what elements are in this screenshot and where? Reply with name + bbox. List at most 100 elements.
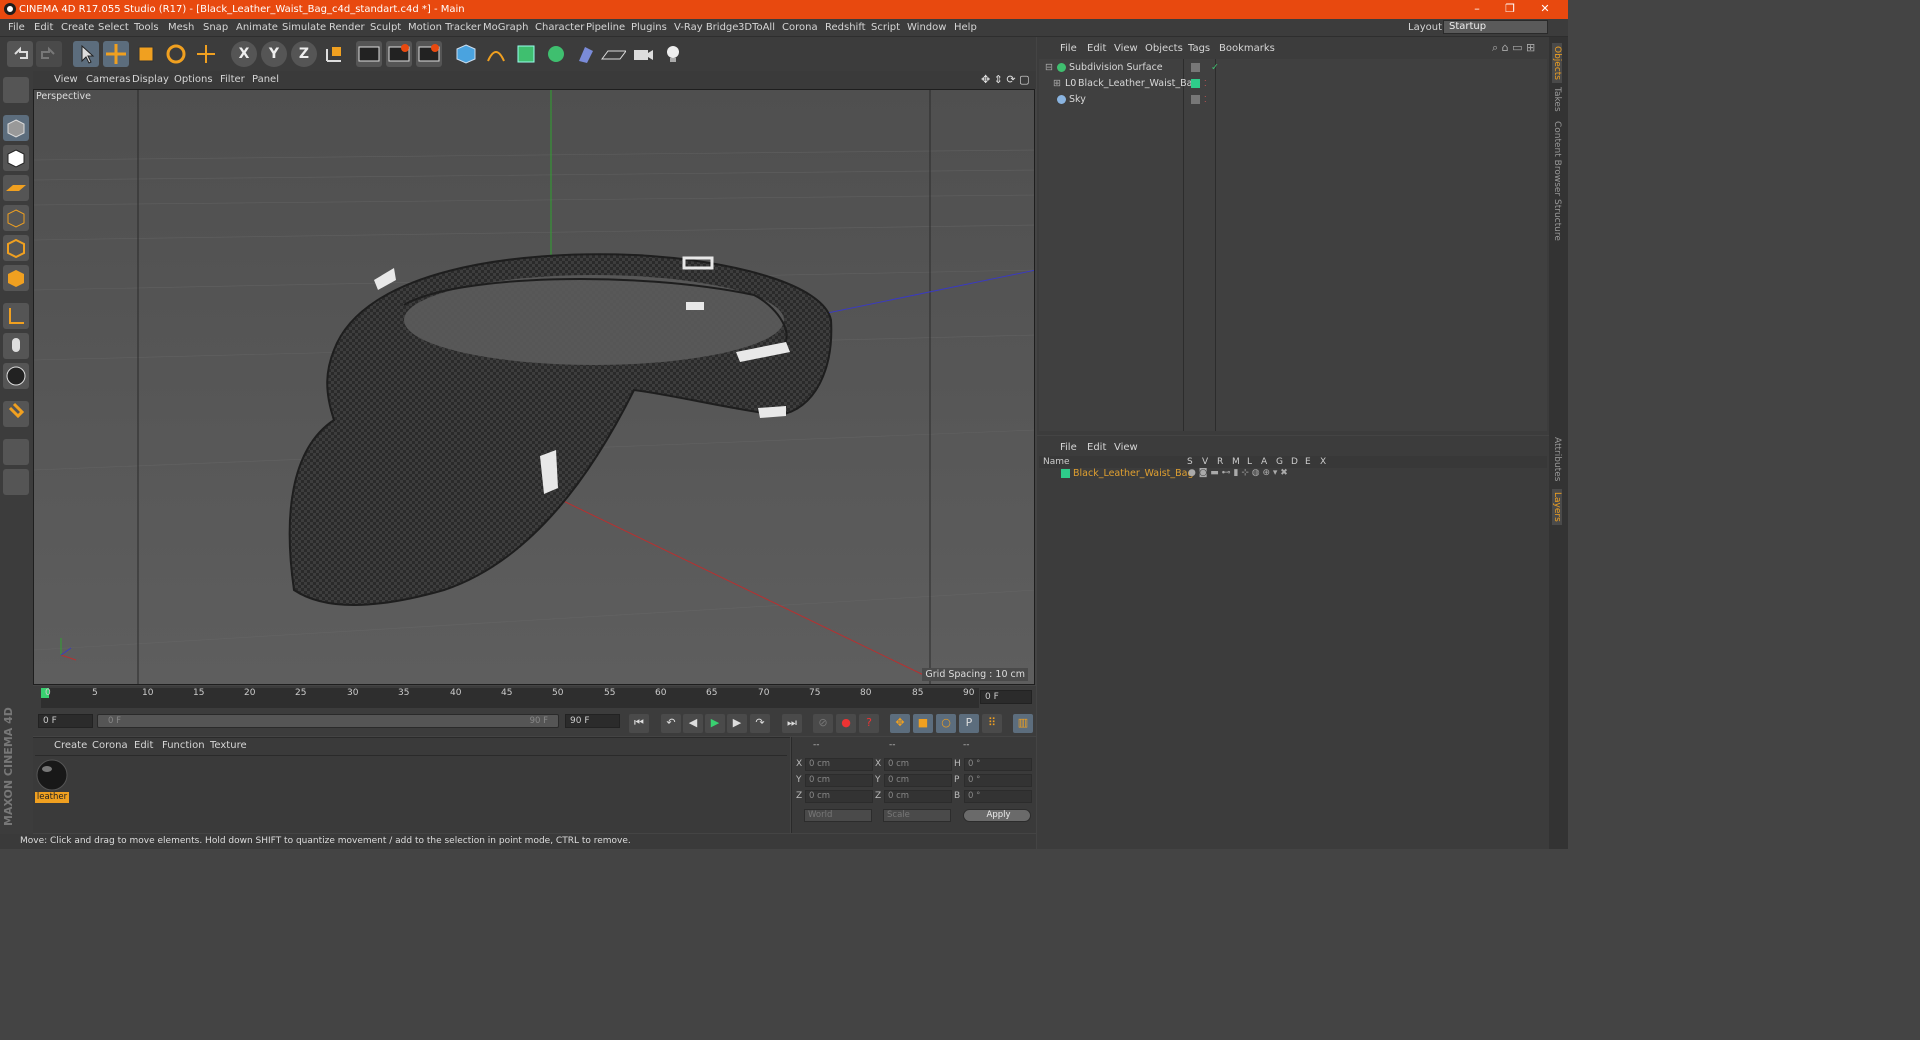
magnet-icon[interactable] xyxy=(3,401,29,427)
object-menu-bookmarks[interactable]: Bookmarks xyxy=(1219,43,1275,54)
rotation-p-field[interactable]: 0 ° xyxy=(964,774,1032,787)
spline-pen-icon[interactable] xyxy=(483,41,509,67)
lock-workplane-icon[interactable] xyxy=(3,439,29,465)
material-menu-texture[interactable]: Texture xyxy=(210,740,247,751)
object-name[interactable]: Sky xyxy=(1069,92,1086,108)
menu-animate[interactable]: Animate xyxy=(236,22,278,33)
planar-workplane-icon[interactable] xyxy=(3,469,29,495)
size-x-field[interactable]: 0 cm xyxy=(884,758,952,771)
object-menu-tags[interactable]: Tags xyxy=(1188,43,1210,54)
layer-tag-icon[interactable] xyxy=(1191,63,1200,72)
coordinate-space-select[interactable]: World xyxy=(804,809,872,822)
tab-objects[interactable]: Objects xyxy=(1552,43,1562,84)
menu-edit[interactable]: Edit xyxy=(34,22,53,33)
collapse-icon[interactable]: ⊟ xyxy=(1045,60,1053,76)
object-menu-objects[interactable]: Objects xyxy=(1145,43,1183,54)
visibility-dots-icon[interactable]: ⁚ xyxy=(1204,76,1207,92)
tab-takes[interactable]: Takes xyxy=(1552,87,1562,112)
viewport-menu-options[interactable]: Options xyxy=(174,74,213,85)
material-swatch-leather[interactable]: leather xyxy=(35,758,69,803)
viewport-menu-display[interactable]: Display xyxy=(132,74,169,85)
column-expressions[interactable]: E xyxy=(1305,457,1311,467)
prev-key-icon[interactable]: ↶ xyxy=(661,714,681,733)
x-axis-toggle[interactable]: X xyxy=(231,41,257,67)
column-solo[interactable]: S xyxy=(1187,457,1193,467)
menu-sculpt[interactable]: Sculpt xyxy=(370,22,401,33)
model-mode-icon[interactable] xyxy=(3,115,29,141)
column-deformers[interactable]: D xyxy=(1291,457,1298,467)
size-y-field[interactable]: 0 cm xyxy=(884,774,952,787)
next-frame-icon[interactable]: ▶ xyxy=(727,714,747,733)
end-frame-field[interactable]: 90 F xyxy=(565,714,620,728)
column-animation[interactable]: A xyxy=(1261,457,1267,467)
layer-menu-file[interactable]: File xyxy=(1060,442,1077,453)
scale-tool-icon[interactable] xyxy=(133,41,159,67)
render-view-icon[interactable] xyxy=(356,41,382,67)
object-name[interactable]: Black_Leather_Waist_Bag xyxy=(1078,76,1199,92)
snap-icon[interactable] xyxy=(3,363,29,389)
select-arrow-icon[interactable] xyxy=(73,41,99,67)
rotate-tool-icon[interactable] xyxy=(163,41,189,67)
start-frame-field[interactable]: 0 F xyxy=(38,714,93,728)
rotation-h-field[interactable]: 0 ° xyxy=(964,758,1032,771)
key-pla-icon[interactable]: ⠿ xyxy=(982,714,1002,733)
menu-render[interactable]: Render xyxy=(329,22,365,33)
make-editable-icon[interactable] xyxy=(3,77,29,103)
menu-snap[interactable]: Snap xyxy=(203,22,228,33)
position-y-field[interactable]: 0 cm xyxy=(805,774,873,787)
object-row-black-leather-waist-bag[interactable]: ⊞ L0 Black_Leather_Waist_Bag ⁚ xyxy=(1041,76,1550,92)
position-x-field[interactable]: 0 cm xyxy=(805,758,873,771)
enabled-check-icon[interactable]: ✓ xyxy=(1211,60,1219,76)
tab-content-browser[interactable]: Content Browser xyxy=(1552,121,1562,196)
points-mode-icon[interactable] xyxy=(3,205,29,231)
cloner-icon[interactable] xyxy=(543,41,569,67)
layer-color-swatch[interactable] xyxy=(1061,469,1070,478)
render-picture-viewer-icon[interactable] xyxy=(386,41,412,67)
material-menu-create[interactable]: Create xyxy=(54,740,87,751)
viewport-menu-cameras[interactable]: Cameras xyxy=(86,74,130,85)
column-generators[interactable]: G xyxy=(1276,457,1283,467)
autokey-icon[interactable]: ? xyxy=(859,714,879,733)
key-position-icon[interactable]: ✥ xyxy=(890,714,910,733)
object-row-sky[interactable]: Sky ⁚ xyxy=(1041,92,1550,108)
menu-pipeline[interactable]: Pipeline xyxy=(586,22,625,33)
prev-frame-icon[interactable]: ◀ xyxy=(683,714,703,733)
z-axis-toggle[interactable]: Z xyxy=(291,41,317,67)
object-menu-view[interactable]: View xyxy=(1114,43,1138,54)
cube-primitive-icon[interactable] xyxy=(453,41,479,67)
menu-simulate[interactable]: Simulate xyxy=(282,22,326,33)
menu-script[interactable]: Script xyxy=(871,22,900,33)
rotation-b-field[interactable]: 0 ° xyxy=(964,790,1032,803)
key-scale-icon[interactable]: ■ xyxy=(913,714,933,733)
transform-tool-icon[interactable] xyxy=(193,41,219,67)
position-z-field[interactable]: 0 cm xyxy=(805,790,873,803)
layer-name[interactable]: Black_Leather_Waist_Bag xyxy=(1073,467,1194,480)
menu-corona[interactable]: Corona xyxy=(782,22,818,33)
visibility-dots-icon[interactable]: ⁚ xyxy=(1204,92,1207,108)
timeline-ruler[interactable]: 0 5 10 15 20 25 30 35 40 45 50 55 60 65 … xyxy=(33,686,1036,710)
apply-button[interactable]: Apply xyxy=(963,809,1031,822)
move-tool-icon[interactable] xyxy=(103,41,129,67)
floor-icon[interactable] xyxy=(600,41,627,67)
record-icon[interactable]: ● xyxy=(836,714,856,733)
object-menu-file[interactable]: File xyxy=(1060,43,1077,54)
menu-tools[interactable]: Tools xyxy=(134,22,159,33)
record-disabled-icon[interactable]: ⊘ xyxy=(813,714,833,733)
key-rotation-icon[interactable]: ○ xyxy=(936,714,956,733)
coordinate-mode-select[interactable]: Scale xyxy=(883,809,951,822)
menu-character[interactable]: Character xyxy=(535,22,584,33)
column-locked[interactable]: L xyxy=(1247,457,1252,467)
layer-tag-icon[interactable] xyxy=(1191,95,1200,104)
play-icon[interactable]: ▶ xyxy=(705,714,725,733)
layer-row-black-leather-waist-bag[interactable]: Black_Leather_Waist_Bag ● ◙ ▬ ⊷ ▮ ⊹ ◍ ⊕ … xyxy=(1039,467,1548,480)
axis-mode-icon[interactable] xyxy=(3,303,29,329)
menu-vray-bridge[interactable]: V-Ray Bridge xyxy=(674,22,738,33)
subdivision-surface-icon[interactable] xyxy=(513,41,539,67)
expand-icon[interactable]: ⊞ xyxy=(1053,76,1061,92)
timeline-window-icon[interactable]: ▥ xyxy=(1013,714,1033,733)
viewport-menu-filter[interactable]: Filter xyxy=(220,74,245,85)
tab-structure[interactable]: Structure xyxy=(1552,199,1562,241)
menu-mesh[interactable]: Mesh xyxy=(168,22,194,33)
menu-motion-tracker[interactable]: Motion Tracker xyxy=(408,22,481,33)
menu-redshift[interactable]: Redshift xyxy=(825,22,866,33)
